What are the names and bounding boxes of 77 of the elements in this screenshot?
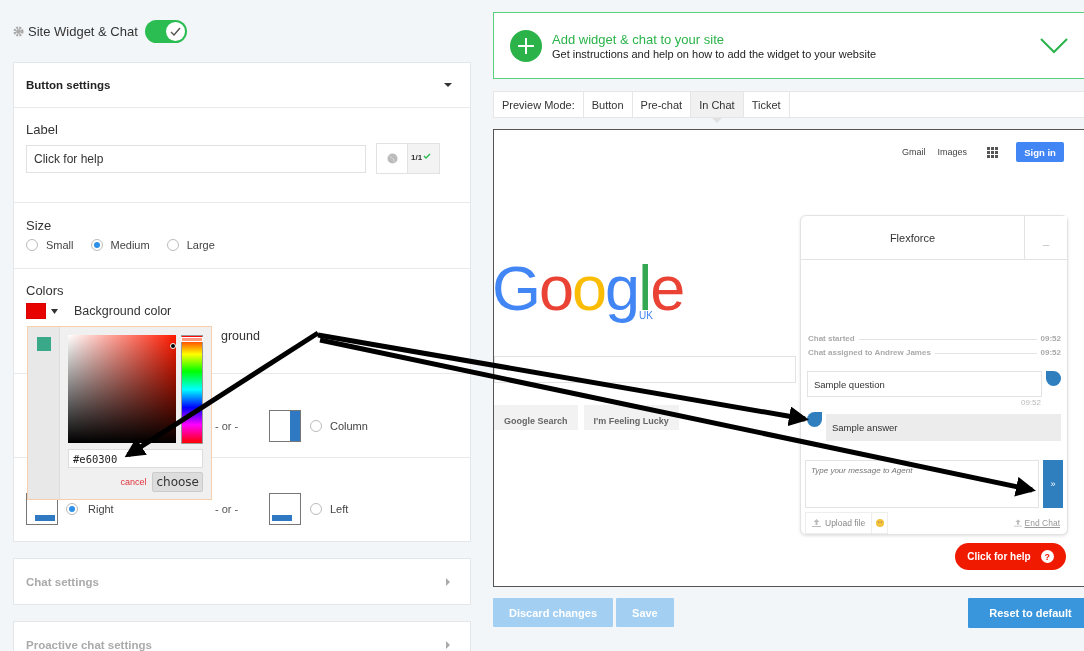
field-label: Size — [26, 217, 53, 233]
choose-button[interactable]: choose — [152, 472, 203, 492]
radio-button[interactable] — [166, 239, 179, 251]
check-icon — [423, 153, 432, 159]
chevron-down-icon[interactable] — [1040, 37, 1068, 54]
message-bubble: Sample question — [807, 371, 1042, 397]
color-swatch[interactable] — [26, 303, 46, 319]
radio-label: Left — [330, 503, 350, 515]
recent-color-swatch[interactable] — [37, 337, 51, 351]
avatar-icon — [807, 412, 822, 427]
upload-icon — [1013, 519, 1022, 527]
preview-tab[interactable]: Ticket — [742, 92, 790, 117]
card-title: Button settings — [26, 79, 111, 91]
radio-label: Column — [330, 420, 369, 432]
apps-grid-icon[interactable] — [987, 146, 998, 158]
banner-subtitle: Get instructions and help on how to add the widget to your website — [552, 47, 878, 60]
chat-event: Chat started — [808, 334, 855, 343]
color-label: Background color — [74, 304, 172, 318]
smiley-icon — [875, 519, 884, 527]
radio-label: Right — [88, 503, 115, 515]
reset-button[interactable]: Reset to default — [968, 598, 1084, 628]
radio-button[interactable] — [310, 503, 322, 515]
banner-title: Add widget & chat to your site — [552, 31, 725, 47]
radio-button[interactable] — [90, 239, 103, 251]
hue-handle[interactable] — [181, 337, 203, 343]
field-label: Label — [26, 121, 59, 137]
plus-icon — [510, 29, 542, 62]
sign-in-button[interactable]: Sign in — [1016, 142, 1064, 162]
header-link[interactable]: Images — [937, 147, 967, 157]
picker-handle[interactable] — [170, 343, 176, 349]
caret-icon[interactable] — [51, 308, 58, 314]
event-time: 09:52 — [1040, 334, 1061, 343]
avatar-icon — [1046, 371, 1061, 386]
radio-label: Medium — [110, 239, 150, 251]
upload-icon — [812, 519, 821, 527]
message-time: 09:52 — [1020, 398, 1041, 407]
emoji-button[interactable] — [872, 512, 889, 534]
or-separator: - or - — [215, 420, 240, 432]
position-preview — [269, 493, 301, 525]
hue-slider[interactable] — [181, 335, 203, 444]
label-input[interactable]: Click for help — [26, 144, 366, 173]
header-link[interactable]: Gmail — [901, 147, 926, 157]
send-button[interactable]: » — [1043, 460, 1063, 508]
region-label: UK — [639, 311, 653, 321]
section-title: Site Widget & Chat — [28, 23, 138, 39]
radio-button[interactable] — [26, 239, 38, 251]
enable-toggle[interactable] — [144, 19, 187, 43]
event-time: 09:52 — [1040, 348, 1061, 357]
end-chat-link[interactable]: End Chat — [1013, 512, 1063, 534]
radio-button[interactable] — [66, 503, 78, 515]
upload-button[interactable]: Upload file — [805, 512, 873, 534]
radio-label: Small — [46, 239, 74, 251]
check-icon — [169, 26, 181, 36]
saturation-field[interactable] — [68, 335, 176, 443]
preview-mode-label: Preview Mode: — [501, 97, 576, 113]
or-separator: - or - — [215, 503, 240, 515]
radio-button[interactable] — [310, 420, 322, 432]
settings-icon[interactable] — [13, 25, 24, 37]
chat-launcher-button[interactable]: Click for help ? — [955, 543, 1066, 570]
chat-event: Chat assigned to Andrew James — [808, 348, 931, 357]
layout-preview — [269, 410, 301, 442]
field-label: Colors — [26, 282, 65, 298]
translation-control[interactable]: 1/1 — [376, 143, 440, 174]
radio-label: Large — [186, 239, 215, 251]
message-input[interactable]: Type your message to Agent — [805, 460, 1039, 508]
cancel-link[interactable]: cancel — [120, 477, 147, 487]
hex-input[interactable]: #e60300 — [68, 449, 203, 468]
chat-title: Flexforce — [888, 230, 937, 246]
search-button[interactable]: Google Search — [494, 405, 578, 430]
translation-count: 1/1 — [411, 153, 423, 162]
color-label: ground — [221, 329, 260, 343]
globe-icon — [386, 153, 398, 164]
help-icon: ? — [1040, 550, 1054, 563]
message-bubble: Sample answer — [826, 414, 1061, 441]
search-field[interactable] — [494, 356, 796, 383]
caret-icon[interactable] — [444, 81, 452, 89]
install-banner[interactable]: Add widget & chat to your site Get instructions and help on how to add the widget to your website — [493, 12, 1084, 79]
